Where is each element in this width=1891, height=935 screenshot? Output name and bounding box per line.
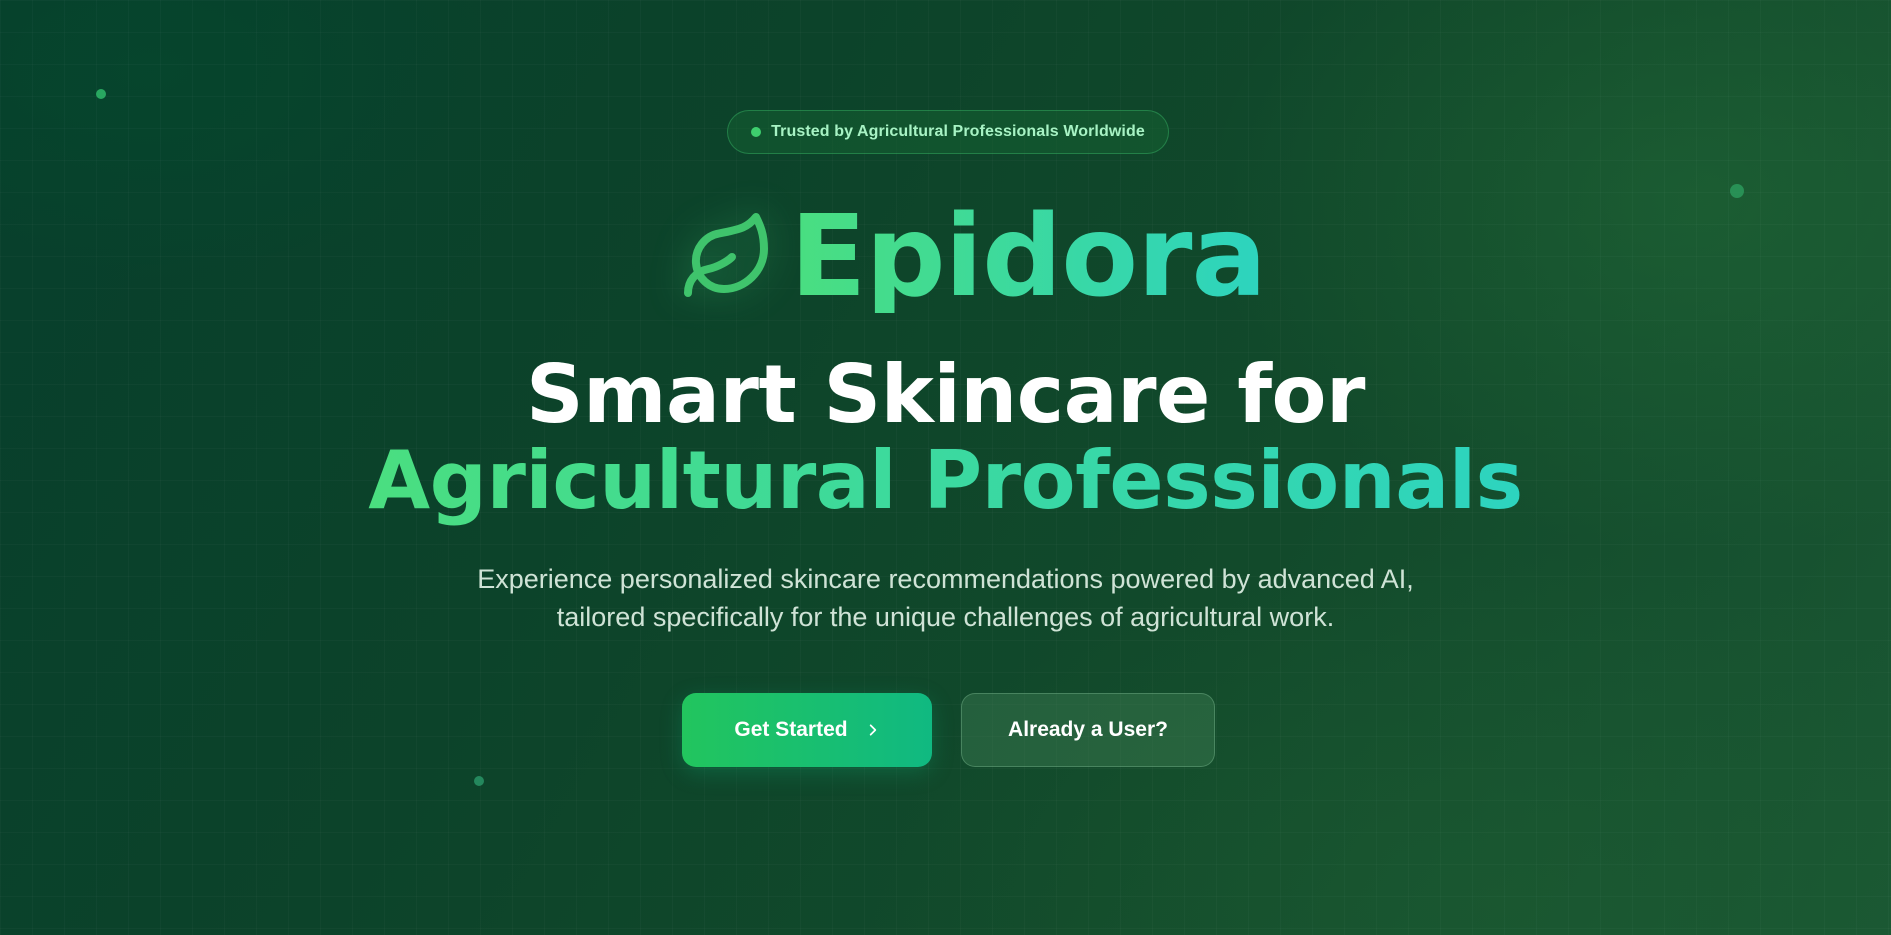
already-user-button[interactable]: Already a User? xyxy=(961,693,1215,767)
get-started-label: Get Started xyxy=(734,718,848,741)
chevron-right-icon xyxy=(869,724,876,736)
hero-headline-highlight-text: Agricultural Professionals xyxy=(368,434,1523,527)
decorative-dot xyxy=(1730,184,1744,198)
decorative-dot xyxy=(474,776,484,786)
brand-name: Epidora xyxy=(790,192,1267,322)
get-started-button[interactable]: Get Started xyxy=(682,693,932,767)
brand-logo: Epidora xyxy=(680,192,1267,322)
hero-subtitle-line: tailored specifically for the unique cha… xyxy=(556,602,1335,632)
hero-headline: Smart Skincare for xyxy=(526,348,1365,441)
trust-badge-text: Trusted by Agricultural Professionals Wo… xyxy=(771,123,1145,140)
hero-subtitle-line: Experience personalized skincare recomme… xyxy=(477,564,1414,594)
already-user-label: Already a User? xyxy=(1008,718,1168,741)
status-dot xyxy=(751,127,762,137)
hero-subtitle: Experience personalized skincare recomme… xyxy=(0,560,1891,636)
decorative-dot xyxy=(96,89,106,99)
trust-badge: Trusted by Agricultural Professionals Wo… xyxy=(727,110,1169,154)
leaf-icon xyxy=(684,213,768,297)
hero-headline-highlight: Agricultural Professionals xyxy=(0,441,1891,521)
